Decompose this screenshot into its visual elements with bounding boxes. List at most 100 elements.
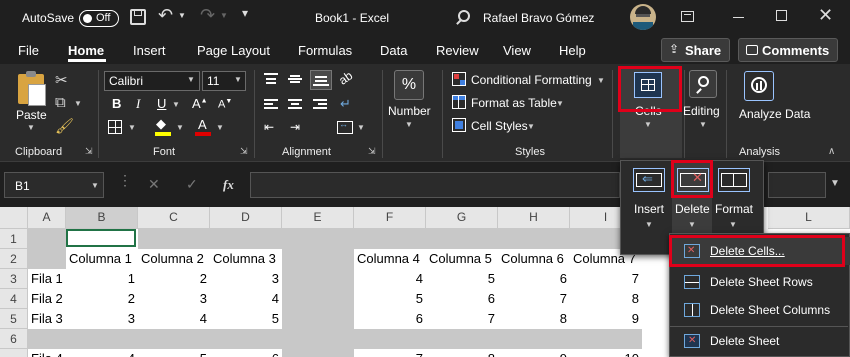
format-as-table-label[interactable]: Format as Table xyxy=(471,96,557,110)
data-cell[interactable]: 4 xyxy=(354,269,426,289)
underline-icon[interactable]: U xyxy=(157,96,166,111)
fill-color-icon[interactable]: ◆ xyxy=(155,116,171,136)
chevron-down-icon[interactable]: ▼ xyxy=(699,120,707,129)
tab-formulas[interactable]: Formulas xyxy=(298,43,352,58)
percent-icon[interactable]: % xyxy=(394,70,424,100)
analyze-data-label[interactable]: Analyze Data xyxy=(739,107,810,121)
font-launcher-icon[interactable]: ⇲ xyxy=(240,146,248,157)
chevron-down-icon[interactable]: ▼ xyxy=(729,220,737,229)
cancel-entry-icon[interactable]: ✕ xyxy=(148,176,160,193)
data-cell[interactable]: 8 xyxy=(498,309,570,329)
row-label-cell[interactable]: Fila 1 xyxy=(28,269,66,289)
underline-dropdown-icon[interactable]: ▼ xyxy=(172,100,180,109)
header-cell[interactable]: Columna 1 xyxy=(66,249,135,269)
data-cell[interactable]: 5 xyxy=(354,289,426,309)
column-header-h[interactable]: H xyxy=(498,207,570,229)
delete-sheet-columns-item[interactable]: Delete Sheet Columns xyxy=(670,296,850,324)
data-cell[interactable]: 5 xyxy=(138,349,210,357)
column-header-e[interactable]: E xyxy=(282,207,354,229)
data-cell[interactable]: 7 xyxy=(498,289,570,309)
close-icon[interactable]: ✕ xyxy=(818,5,833,26)
data-cell[interactable]: 2 xyxy=(66,289,138,309)
header-cell[interactable]: Columna 6 xyxy=(498,249,567,269)
select-all-corner[interactable] xyxy=(0,207,28,229)
copy-icon[interactable]: ⧉ xyxy=(55,94,66,111)
data-cell[interactable]: 9 xyxy=(498,349,570,357)
font-size-box[interactable]: 11 ▼ xyxy=(202,71,246,91)
row-header-7[interactable] xyxy=(0,349,28,357)
tab-insert[interactable]: Insert xyxy=(133,43,166,58)
number-label[interactable]: Number xyxy=(388,104,431,118)
data-cell[interactable]: 6 xyxy=(498,269,570,289)
editing-label[interactable]: Editing xyxy=(683,104,720,118)
customize-qat-icon[interactable]: ▾ xyxy=(242,6,248,20)
row-header-1[interactable]: 1 xyxy=(0,229,28,249)
font-color-icon[interactable]: A xyxy=(195,117,211,136)
tab-data[interactable]: Data xyxy=(380,43,407,58)
undo-dropdown-icon[interactable]: ▼ xyxy=(178,11,186,20)
tab-file[interactable]: File xyxy=(18,43,39,58)
data-cell[interactable]: 7 xyxy=(426,309,498,329)
cut-icon[interactable]: ✂ xyxy=(55,71,68,89)
conditional-formatting-icon[interactable] xyxy=(452,72,466,86)
decrease-indent-icon[interactable]: ⇤ xyxy=(264,120,274,134)
align-right-icon[interactable] xyxy=(313,99,327,111)
column-header-c[interactable]: C xyxy=(138,207,210,229)
comments-button[interactable]: Comments xyxy=(738,38,838,62)
italic-icon[interactable]: I xyxy=(136,96,140,112)
align-center-icon[interactable] xyxy=(288,99,302,111)
header-cell[interactable]: Columna 2 xyxy=(138,249,207,269)
header-cell[interactable]: Columna 3 xyxy=(210,249,279,269)
data-cell[interactable]: 4 xyxy=(138,309,210,329)
increase-indent-icon[interactable]: ⇥ xyxy=(290,120,300,134)
column-header-a[interactable]: A xyxy=(28,207,66,229)
chevron-down-icon[interactable]: ▼ xyxy=(91,181,99,190)
insert-cells-icon[interactable]: ⇐ xyxy=(633,168,665,192)
redo-icon[interactable]: ↷ xyxy=(200,5,215,26)
chevron-down-icon[interactable]: ▼ xyxy=(556,99,564,108)
merge-dropdown-icon[interactable]: ▼ xyxy=(357,123,365,132)
data-cell[interactable]: 3 xyxy=(210,269,282,289)
alignment-launcher-icon[interactable]: ⇲ xyxy=(368,146,376,157)
chevron-down-icon[interactable]: ▼ xyxy=(597,76,605,85)
data-cell[interactable]: 6 xyxy=(210,349,282,357)
more-options-icon[interactable]: ⋮ xyxy=(118,172,132,189)
borders-dropdown-icon[interactable]: ▼ xyxy=(128,123,136,132)
expand-formula-bar-icon[interactable]: ▼ xyxy=(830,178,840,189)
data-cell[interactable]: 4 xyxy=(210,289,282,309)
cell-styles-label[interactable]: Cell Styles xyxy=(471,119,528,133)
bold-icon[interactable]: B xyxy=(112,96,121,111)
avatar[interactable] xyxy=(630,4,656,30)
header-cell[interactable]: Columna 5 xyxy=(426,249,495,269)
insert-function-icon[interactable]: fx xyxy=(223,177,234,193)
font-name-box[interactable]: Calibri ▼ xyxy=(104,71,200,91)
column-header-f[interactable]: F xyxy=(354,207,426,229)
align-top-icon[interactable] xyxy=(264,73,278,85)
column-header-d[interactable]: D xyxy=(210,207,282,229)
paste-label[interactable]: Paste xyxy=(16,108,47,122)
copy-dropdown-icon[interactable]: ▼ xyxy=(74,99,82,108)
share-button[interactable]: ⇪ Share xyxy=(661,38,730,62)
align-left-icon[interactable] xyxy=(264,99,278,111)
paste-dropdown-icon[interactable]: ▼ xyxy=(27,123,35,132)
decrease-font-icon[interactable]: A▼ xyxy=(218,98,232,111)
row-header-3[interactable]: 3 xyxy=(0,269,28,289)
name-box[interactable]: B1 ▼ xyxy=(4,172,104,198)
row-header-5[interactable]: 5 xyxy=(0,309,28,329)
delete-label[interactable]: Delete xyxy=(675,202,710,216)
data-cell[interactable]: 3 xyxy=(138,289,210,309)
tab-page-layout[interactable]: Page Layout xyxy=(197,43,270,58)
confirm-entry-icon[interactable]: ✓ xyxy=(186,176,198,193)
tab-review[interactable]: Review xyxy=(436,43,479,58)
column-header-g[interactable]: G xyxy=(426,207,498,229)
align-middle-icon[interactable] xyxy=(288,73,302,85)
fill-color-dropdown-icon[interactable]: ▼ xyxy=(176,123,184,132)
conditional-formatting-label[interactable]: Conditional Formatting xyxy=(471,73,592,87)
wrap-text-icon[interactable]: ↵ xyxy=(340,96,351,112)
delete-sheet-rows-item[interactable]: Delete Sheet Rows xyxy=(670,268,850,296)
data-cell[interactable]: 7 xyxy=(354,349,426,357)
data-cell[interactable]: 5 xyxy=(210,309,282,329)
analyze-data-icon[interactable] xyxy=(744,71,774,101)
clipboard-launcher-icon[interactable]: ⇲ xyxy=(85,146,93,157)
column-header-b[interactable]: B xyxy=(66,207,138,229)
